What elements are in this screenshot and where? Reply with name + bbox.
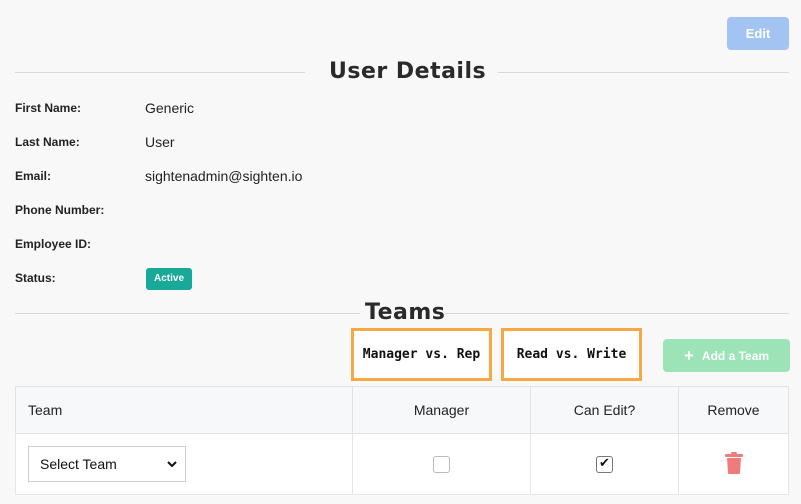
edit-button[interactable]: Edit [727, 17, 789, 50]
can-edit-cell [530, 433, 679, 495]
user-details-title: User Details [329, 59, 487, 84]
column-header-remove: Remove [678, 386, 789, 434]
first-name-value: Generic [145, 100, 195, 116]
table-header-row: Team Manager Can Edit? Remove [15, 386, 789, 434]
trash-icon[interactable] [724, 451, 743, 474]
phone-number-label: Phone Number: [15, 203, 105, 217]
team-select[interactable]: Select Team [28, 446, 186, 482]
divider [15, 313, 360, 314]
team-select-value: Select Team [40, 456, 117, 472]
column-header-team: Team [15, 386, 353, 434]
status-label: Status: [15, 271, 56, 285]
can-edit-checkbox[interactable] [596, 455, 613, 473]
table-row: Select Team [15, 433, 789, 495]
divider [15, 72, 305, 73]
last-name-label: Last Name: [15, 135, 80, 149]
first-name-label: First Name: [15, 101, 82, 115]
add-team-label: Add a Team [701, 348, 770, 363]
chevron-down-icon [167, 461, 177, 468]
last-name-value: User [145, 134, 175, 150]
divider [498, 72, 789, 73]
manager-cell [352, 433, 531, 495]
email-label: Email: [15, 169, 52, 183]
status-badge: Active [146, 268, 192, 290]
employee-id-label: Employee ID: [15, 237, 92, 251]
column-header-manager: Manager [352, 386, 531, 434]
add-team-button[interactable]: + Add a Team [663, 339, 790, 372]
read-vs-write-annotation: Read vs. Write [501, 328, 642, 381]
team-cell: Select Team [15, 433, 353, 495]
plus-icon: + [683, 346, 694, 365]
teams-title: Teams [365, 300, 446, 325]
divider [445, 313, 789, 314]
column-header-can-edit: Can Edit? [530, 386, 679, 434]
manager-checkbox[interactable] [433, 455, 450, 473]
teams-table: Team Manager Can Edit? Remove Select Tea… [15, 386, 789, 495]
email-value: sightenadmin@sighten.io [145, 168, 303, 184]
manager-vs-rep-annotation: Manager vs. Rep [351, 328, 492, 381]
remove-cell [678, 433, 789, 495]
